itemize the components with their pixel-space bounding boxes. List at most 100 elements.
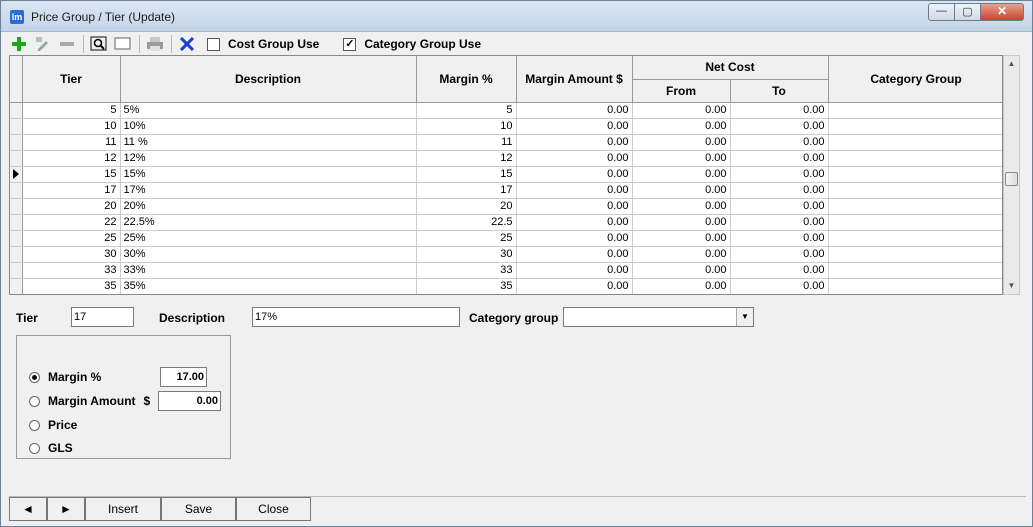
row-indicator[interactable]: [10, 230, 23, 247]
scroll-thumb[interactable]: [1005, 172, 1018, 186]
table-row[interactable]: 12 12% 12 0.00 0.00 0.00: [10, 150, 1002, 167]
cell-description[interactable]: 33%: [120, 262, 417, 279]
row-indicator[interactable]: [10, 278, 23, 294]
cell-amount[interactable]: 0.00: [516, 214, 633, 231]
cell-from[interactable]: 0.00: [632, 214, 731, 231]
cell-from[interactable]: 0.00: [632, 246, 731, 263]
cell-tier[interactable]: 12: [22, 150, 121, 167]
cell-margin[interactable]: 30: [416, 246, 517, 263]
cell-margin[interactable]: 15: [416, 166, 517, 183]
table-row[interactable]: 11 11 % 11 0.00 0.00 0.00: [10, 134, 1002, 151]
category-group-select[interactable]: ▼: [563, 307, 754, 327]
cell-tier[interactable]: 30: [22, 246, 121, 263]
column-header-description[interactable]: Description: [120, 56, 417, 103]
cell-tier[interactable]: 33: [22, 262, 121, 279]
cell-description[interactable]: 11 %: [120, 134, 417, 151]
cell-description[interactable]: 35%: [120, 278, 417, 294]
close-window-button[interactable]: ✕: [980, 3, 1024, 21]
description-input[interactable]: [252, 307, 460, 327]
cell-amount[interactable]: 0.00: [516, 102, 633, 119]
row-indicator[interactable]: [10, 134, 23, 151]
minimize-button[interactable]: —: [928, 3, 954, 21]
column-header-from[interactable]: From: [632, 79, 731, 103]
cell-description[interactable]: 30%: [120, 246, 417, 263]
cell-description[interactable]: 12%: [120, 150, 417, 167]
column-header-category-group[interactable]: Category Group: [828, 56, 1002, 103]
close-button[interactable]: Close: [236, 497, 311, 521]
cell-tier[interactable]: 22: [22, 214, 121, 231]
column-header-tier[interactable]: Tier: [22, 56, 121, 103]
next-record-button[interactable]: ►: [47, 497, 85, 521]
cell-tier[interactable]: 17: [22, 182, 121, 199]
maximize-button[interactable]: ▢: [954, 3, 980, 21]
table-row[interactable]: 15 15% 15 0.00 0.00 0.00: [10, 166, 1002, 183]
cell-from[interactable]: 0.00: [632, 102, 731, 119]
remove-record-button[interactable]: [57, 34, 77, 54]
cell-category[interactable]: [828, 150, 1002, 167]
cell-to[interactable]: 0.00: [730, 150, 829, 167]
cell-description[interactable]: 5%: [120, 102, 417, 119]
cell-from[interactable]: 0.00: [632, 230, 731, 247]
row-indicator[interactable]: [10, 102, 23, 119]
cell-to[interactable]: 0.00: [730, 278, 829, 294]
cell-from[interactable]: 0.00: [632, 262, 731, 279]
cell-amount[interactable]: 0.00: [516, 134, 633, 151]
cell-amount[interactable]: 0.00: [516, 182, 633, 199]
table-row[interactable]: 25 25% 25 0.00 0.00 0.00: [10, 230, 1002, 247]
cell-to[interactable]: 0.00: [730, 246, 829, 263]
cell-from[interactable]: 0.00: [632, 166, 731, 183]
gls-radio[interactable]: GLS: [29, 441, 73, 455]
cell-amount[interactable]: 0.00: [516, 230, 633, 247]
cell-margin[interactable]: 33: [416, 262, 517, 279]
print-button[interactable]: [145, 34, 165, 54]
cell-amount[interactable]: 0.00: [516, 262, 633, 279]
cell-tier[interactable]: 11: [22, 134, 121, 151]
cell-to[interactable]: 0.00: [730, 198, 829, 215]
edit-record-button[interactable]: [33, 34, 53, 54]
margin-pct-input[interactable]: [160, 367, 207, 387]
row-indicator[interactable]: [10, 198, 23, 215]
cell-amount[interactable]: 0.00: [516, 118, 633, 135]
cell-category[interactable]: [828, 278, 1002, 294]
table-row[interactable]: 10 10% 10 0.00 0.00 0.00: [10, 118, 1002, 135]
row-indicator[interactable]: [10, 262, 23, 279]
cell-description[interactable]: 10%: [120, 118, 417, 135]
row-indicator[interactable]: [10, 150, 23, 167]
column-header-to[interactable]: To: [730, 79, 829, 103]
cell-margin[interactable]: 20: [416, 198, 517, 215]
cost-group-use-checkbox[interactable]: Cost Group Use: [207, 37, 319, 51]
insert-button[interactable]: Insert: [85, 497, 161, 521]
cell-description[interactable]: 15%: [120, 166, 417, 183]
cell-amount[interactable]: 0.00: [516, 166, 633, 183]
cell-amount[interactable]: 0.00: [516, 198, 633, 215]
scroll-up-icon[interactable]: ▲: [1004, 56, 1019, 72]
cell-description[interactable]: 20%: [120, 198, 417, 215]
table-row[interactable]: 5 5% 5 0.00 0.00 0.00: [10, 102, 1002, 119]
cell-category[interactable]: [828, 262, 1002, 279]
cell-tier[interactable]: 35: [22, 278, 121, 294]
cell-category[interactable]: [828, 118, 1002, 135]
column-header-margin-amount[interactable]: Margin Amount $: [516, 56, 633, 103]
preview-button[interactable]: [89, 34, 109, 54]
cell-description[interactable]: 17%: [120, 182, 417, 199]
table-row[interactable]: 30 30% 30 0.00 0.00 0.00: [10, 246, 1002, 263]
margin-amount-radio[interactable]: Margin Amount $: [29, 394, 150, 408]
category-group-use-checkbox[interactable]: ✓ Category Group Use: [343, 37, 481, 51]
delete-record-button[interactable]: [177, 34, 197, 54]
cell-to[interactable]: 0.00: [730, 182, 829, 199]
row-indicator[interactable]: [10, 182, 23, 199]
margin-amount-input[interactable]: [158, 391, 221, 411]
cell-to[interactable]: 0.00: [730, 262, 829, 279]
cell-to[interactable]: 0.00: [730, 118, 829, 135]
price-radio[interactable]: Price: [29, 418, 77, 432]
cell-category[interactable]: [828, 214, 1002, 231]
cell-category[interactable]: [828, 166, 1002, 183]
cell-from[interactable]: 0.00: [632, 198, 731, 215]
cell-tier[interactable]: 25: [22, 230, 121, 247]
cell-category[interactable]: [828, 198, 1002, 215]
cell-category[interactable]: [828, 230, 1002, 247]
cell-margin[interactable]: 12: [416, 150, 517, 167]
cell-amount[interactable]: 0.00: [516, 278, 633, 294]
cell-to[interactable]: 0.00: [730, 134, 829, 151]
cell-margin[interactable]: 35: [416, 278, 517, 294]
